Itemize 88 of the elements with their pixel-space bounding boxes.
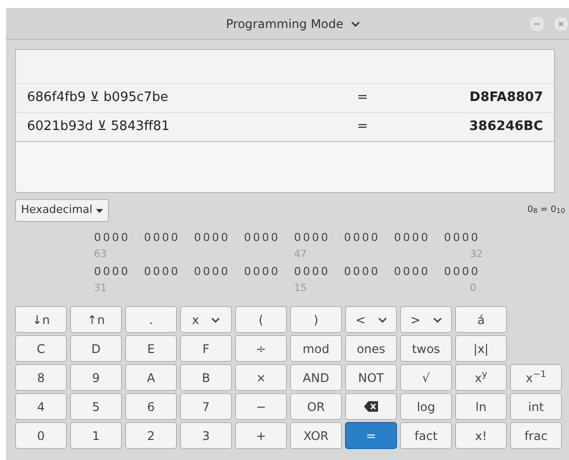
key-button[interactable]: ln (455, 393, 507, 420)
backspace-icon (364, 401, 378, 412)
bit-index: 63 (94, 248, 108, 262)
key-button[interactable]: 9 (70, 364, 122, 391)
key-button[interactable]: ↓n (15, 306, 67, 333)
key-button[interactable]: ( (235, 306, 287, 333)
key-button[interactable]: int (510, 393, 562, 420)
key-button[interactable]: 6 (125, 393, 177, 420)
chevron-down-icon (378, 316, 387, 322)
key-button[interactable]: 7 (180, 393, 232, 420)
key-button[interactable]: x$^{−1}$ (510, 364, 562, 391)
history-expression: 6021b93d ⊻ 5843ff81 (27, 118, 170, 136)
key-button[interactable]: NOT (345, 364, 397, 391)
bit-group[interactable]: 0000 (94, 230, 144, 247)
chevron-down-icon (351, 20, 360, 26)
key-button[interactable]: OR (290, 393, 342, 420)
close-icon[interactable] (554, 17, 568, 31)
bit-group[interactable]: 0000 (344, 264, 394, 281)
key-button[interactable]: 1 (70, 422, 122, 449)
number-format-dropdown[interactable]: Hexadecimal (15, 199, 110, 222)
key-button[interactable]: √ (400, 364, 452, 391)
key-button[interactable]: mod (290, 335, 342, 362)
key-button[interactable]: + (235, 422, 287, 449)
key-button[interactable]: B (180, 364, 232, 391)
history-result: 386246BC (468, 118, 543, 136)
key-button[interactable]: 8 (15, 364, 67, 391)
bit-group[interactable]: 0000 (344, 230, 394, 247)
history-expression: 686f4fb9 ⊻ b095c7be (27, 89, 170, 108)
bit-index: 0 (470, 282, 478, 296)
history-row[interactable]: 686f4fb9 ⊻ b095c7be = D8FA8807 (16, 83, 554, 112)
equals-sign: = (357, 118, 369, 136)
bit-group[interactable]: 0000 (144, 230, 194, 247)
equals-button[interactable]: = (345, 422, 397, 449)
key-button[interactable]: 4 (15, 393, 67, 420)
key-button[interactable]: log (400, 393, 452, 420)
key-button[interactable]: á (455, 306, 507, 333)
conversion-text: 0$_{8}$ = 0$_{10}$ (527, 204, 565, 218)
key-button[interactable]: E (125, 335, 177, 362)
key-button[interactable]: |x| (455, 335, 507, 362)
key-button[interactable]: . (125, 306, 177, 333)
bit-group[interactable]: 0000 (194, 264, 244, 281)
key-button[interactable]: ones (345, 335, 397, 362)
key-button[interactable]: twos (400, 335, 452, 362)
key-button[interactable]: XOR (290, 422, 342, 449)
bit-index: 47 (294, 248, 308, 262)
bit-group[interactable]: 0000 (394, 230, 444, 247)
bit-group[interactable]: 0000 (194, 230, 244, 247)
key-button[interactable]: F (180, 335, 232, 362)
dropdown-button[interactable]: x (180, 306, 232, 333)
key-button[interactable]: 3 (180, 422, 232, 449)
bit-index: 15 (294, 282, 308, 296)
bit-group[interactable]: 0000 (294, 230, 344, 247)
key-button[interactable]: 2 (125, 422, 177, 449)
bit-index: 31 (94, 282, 108, 296)
minimize-icon[interactable] (530, 17, 544, 31)
key-button[interactable]: frac (510, 422, 562, 449)
key-button[interactable]: ÷ (235, 335, 287, 362)
key-button[interactable]: x$^{y}$ (455, 364, 507, 391)
key-button[interactable]: − (235, 393, 287, 420)
history-result: D8FA8807 (468, 89, 543, 108)
key-button[interactable]: D (70, 335, 122, 362)
key-button[interactable]: ↑n (70, 306, 122, 333)
bit-group[interactable]: 0000 (444, 230, 494, 247)
bit-group[interactable]: 0000 (394, 264, 444, 281)
caret-down-icon (96, 208, 104, 212)
key-button[interactable]: A (125, 364, 177, 391)
key-button[interactable]: ) (290, 306, 342, 333)
key-button[interactable]: 0 (15, 422, 67, 449)
key-button[interactable]: C (15, 335, 67, 362)
bit-group[interactable]: 0000 (244, 230, 294, 247)
key-button[interactable]: 5 (70, 393, 122, 420)
key-button[interactable]: fact (400, 422, 452, 449)
chevron-down-icon (211, 316, 220, 322)
equals-sign: = (357, 89, 369, 108)
key-button[interactable]: x! (455, 422, 507, 449)
key-button[interactable]: × (235, 364, 287, 391)
bit-group[interactable]: 0000 (94, 264, 144, 281)
dropdown-button[interactable]: < (345, 306, 397, 333)
bit-index: 32 (470, 248, 484, 262)
key-button[interactable]: AND (290, 364, 342, 391)
dropdown-button[interactable]: > (400, 306, 452, 333)
bit-group[interactable]: 0000 (244, 264, 294, 281)
chevron-down-icon (432, 316, 442, 322)
bit-group[interactable]: 0000 (294, 264, 344, 281)
bit-group[interactable]: 0000 (444, 264, 494, 281)
window-title[interactable]: Programming Mode (226, 14, 344, 32)
bit-group[interactable]: 0000 (144, 264, 194, 281)
backspace-button[interactable] (345, 393, 397, 420)
